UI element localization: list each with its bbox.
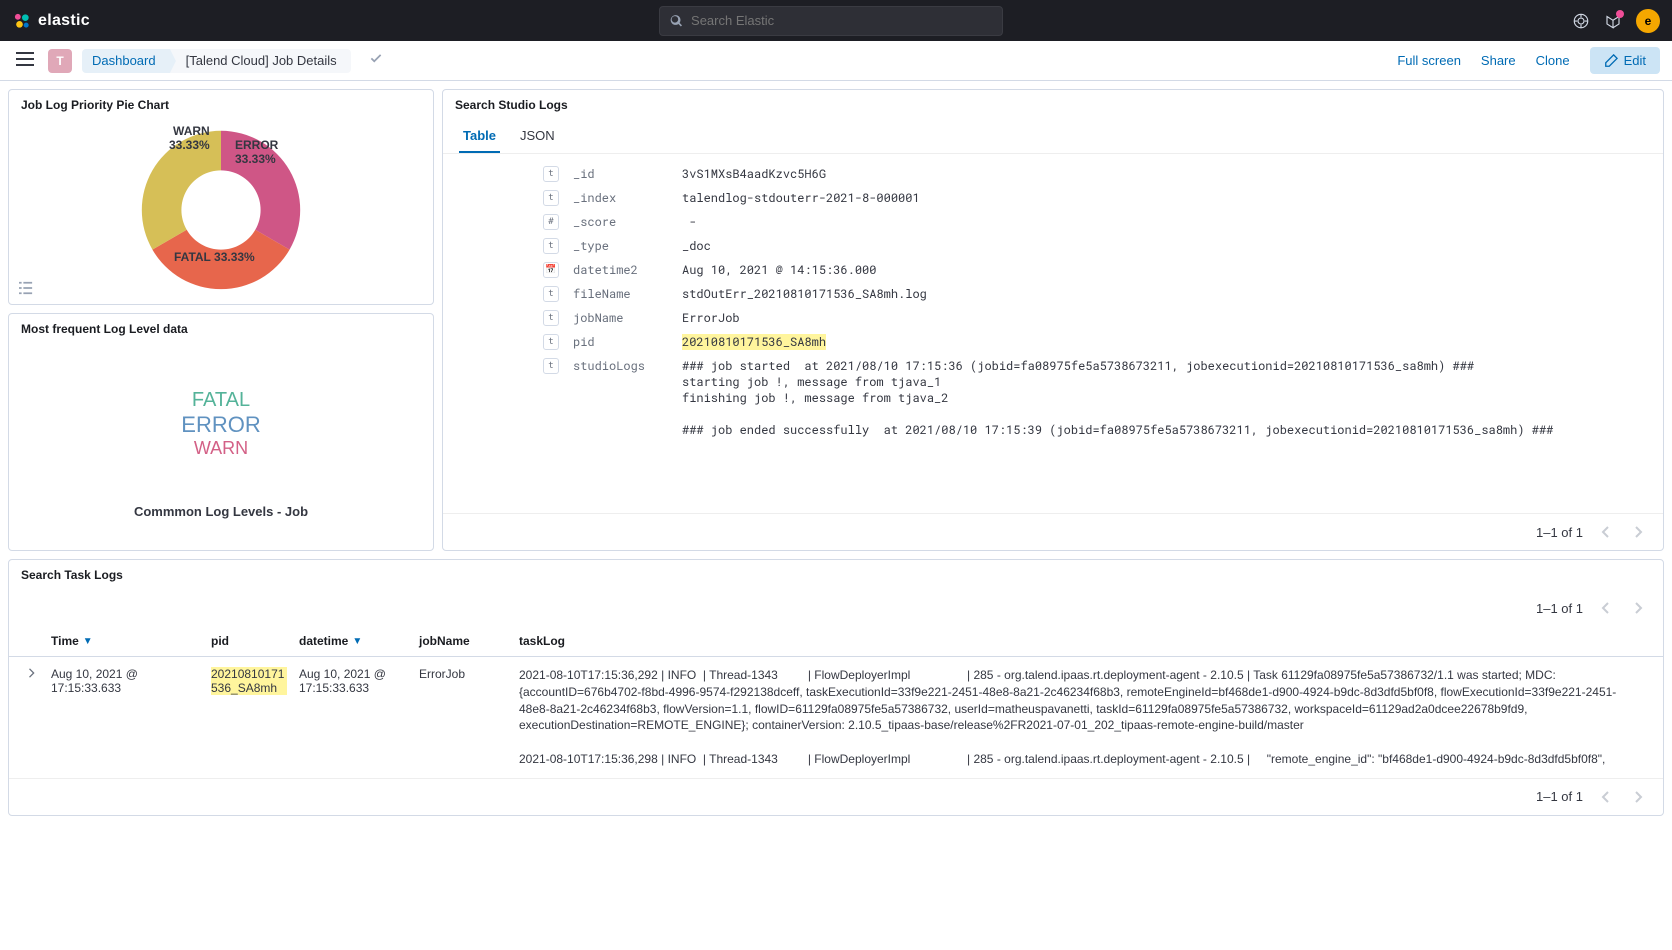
field-type-icon: t (543, 358, 559, 374)
top-bar: elastic e (0, 0, 1672, 41)
task-logs-panel: Search Task Logs 1–1 of 1 Time▼ pid date… (8, 559, 1664, 816)
search-icon (670, 14, 683, 28)
pie-chart[interactable] (131, 120, 311, 300)
tag-error[interactable]: ERROR (181, 412, 260, 438)
pager-prev-button[interactable] (1593, 520, 1617, 544)
field-value-score: - (682, 214, 1643, 230)
field-type-icon: t (543, 166, 559, 182)
field-value-id: 3vS1MXsB4aadKzvc5H6G (682, 166, 1643, 182)
pie-label-error: ERROR (235, 138, 278, 152)
pie-label-warn: WARN (173, 124, 210, 138)
expand-row-button[interactable] (27, 667, 37, 681)
field-type-date-icon: 📅 (543, 262, 559, 278)
tab-table[interactable]: Table (459, 120, 500, 153)
share-link[interactable]: Share (1481, 53, 1516, 68)
global-search[interactable] (659, 6, 1003, 36)
cell-pid: 20210810171536_SA8mh (205, 667, 293, 695)
pager-next-button[interactable] (1627, 520, 1651, 544)
pager-text: 1–1 of 1 (1536, 789, 1583, 804)
pie-label-fatal: FATAL (174, 250, 211, 264)
studio-logs-panel: Search Studio Logs Table JSON t_id3vS1MX… (442, 89, 1664, 551)
field-type-icon: t (543, 310, 559, 326)
field-type-icon: t (543, 334, 559, 350)
col-header-jobname[interactable]: jobName (413, 634, 513, 648)
task-pager-top: 1–1 of 1 (9, 590, 1663, 626)
pager-prev-button[interactable] (1593, 785, 1617, 809)
pencil-icon (1604, 54, 1618, 68)
pie-pct-error: 33.33% (235, 152, 276, 166)
task-pager-bottom: 1–1 of 1 (9, 778, 1663, 815)
field-type-icon: t (543, 286, 559, 302)
cell-tasklog: 2021-08-10T17:15:36,292 | INFO | Thread-… (513, 667, 1651, 768)
field-value-jobname: ErrorJob (682, 310, 1643, 326)
sort-desc-icon: ▼ (352, 636, 362, 647)
field-type-icon: # (543, 214, 559, 230)
space-selector[interactable]: T (48, 49, 72, 73)
task-table-header: Time▼ pid datetime▼ jobName taskLog (9, 626, 1663, 657)
nav-toggle-button[interactable] (12, 48, 38, 73)
edit-button[interactable]: Edit (1590, 47, 1660, 74)
pie-chart-panel: Job Log Priority Pie Chart WARN 33.33% E… (8, 89, 434, 305)
field-value-studiologs: ### job started at 2021/08/10 17:15:36 (… (682, 358, 1643, 438)
field-value-index: talendlog-stdouterr-2021-8-000001 (682, 190, 1643, 206)
field-value-pid: 20210810171536_SA8mh (682, 334, 1643, 350)
col-header-tasklog[interactable]: taskLog (513, 634, 1651, 648)
panel-title: Search Task Logs (9, 560, 1663, 590)
studio-pager: 1–1 of 1 (443, 513, 1663, 550)
breadcrumb-current: [Talend Cloud] Job Details (170, 49, 351, 73)
clone-link[interactable]: Clone (1536, 53, 1570, 68)
sub-header: T Dashboard [Talend Cloud] Job Details F… (0, 41, 1672, 81)
panel-title: Job Log Priority Pie Chart (9, 90, 433, 120)
panel-title: Search Studio Logs (443, 90, 1663, 120)
elastic-logo[interactable]: elastic (12, 11, 90, 31)
tag-cloud-subtitle: Commmon Log Levels - Job (9, 504, 433, 529)
check-icon[interactable] (369, 52, 383, 69)
pager-text: 1–1 of 1 (1536, 601, 1583, 616)
breadcrumb-dashboard[interactable]: Dashboard (82, 49, 170, 73)
notification-dot (1616, 10, 1624, 18)
field-value-filename: stdOutErr_20210810171536_SA8mh.log (682, 286, 1643, 302)
pie-pct-warn: 33.33% (169, 138, 210, 152)
col-header-datetime[interactable]: datetime▼ (293, 634, 413, 648)
tab-json[interactable]: JSON (516, 120, 559, 153)
pager-text: 1–1 of 1 (1536, 525, 1583, 540)
user-avatar[interactable]: e (1636, 9, 1660, 33)
field-type-icon: t (543, 238, 559, 254)
field-value-type: _doc (682, 238, 1643, 254)
table-row: Aug 10, 2021 @ 17:15:33.633 202108101715… (9, 657, 1663, 778)
pager-next-button[interactable] (1627, 785, 1651, 809)
tag-warn[interactable]: WARN (194, 438, 248, 459)
edit-label: Edit (1624, 53, 1646, 68)
brand-text: elastic (38, 12, 90, 30)
cell-time: Aug 10, 2021 @ 17:15:33.633 (45, 667, 205, 695)
breadcrumb: Dashboard [Talend Cloud] Job Details (82, 49, 351, 73)
legend-toggle-icon[interactable] (19, 281, 33, 298)
fullscreen-link[interactable]: Full screen (1397, 53, 1461, 68)
search-input[interactable] (691, 13, 992, 28)
field-value-datetime2: Aug 10, 2021 @ 14:15:36.000 (682, 262, 1643, 278)
pie-pct-fatal: 33.33% (214, 250, 255, 264)
pager-next-button[interactable] (1627, 596, 1651, 620)
col-header-pid[interactable]: pid (205, 634, 293, 648)
sort-desc-icon: ▼ (83, 636, 93, 647)
newsfeed-icon[interactable] (1604, 12, 1622, 30)
cell-datetime: Aug 10, 2021 @ 17:15:33.633 (293, 667, 413, 695)
document-fields: t_id3vS1MXsB4aadKzvc5H6G t_indextalendlo… (443, 154, 1663, 513)
tag-fatal[interactable]: FATAL (192, 389, 250, 412)
tag-cloud-panel: Most frequent Log Level data FATAL ERROR… (8, 313, 434, 551)
help-icon[interactable] (1572, 12, 1590, 30)
cell-jobname: ErrorJob (413, 667, 513, 681)
panel-title: Most frequent Log Level data (9, 314, 433, 344)
field-type-icon: t (543, 190, 559, 206)
col-header-time[interactable]: Time▼ (45, 634, 205, 648)
pager-prev-button[interactable] (1593, 596, 1617, 620)
